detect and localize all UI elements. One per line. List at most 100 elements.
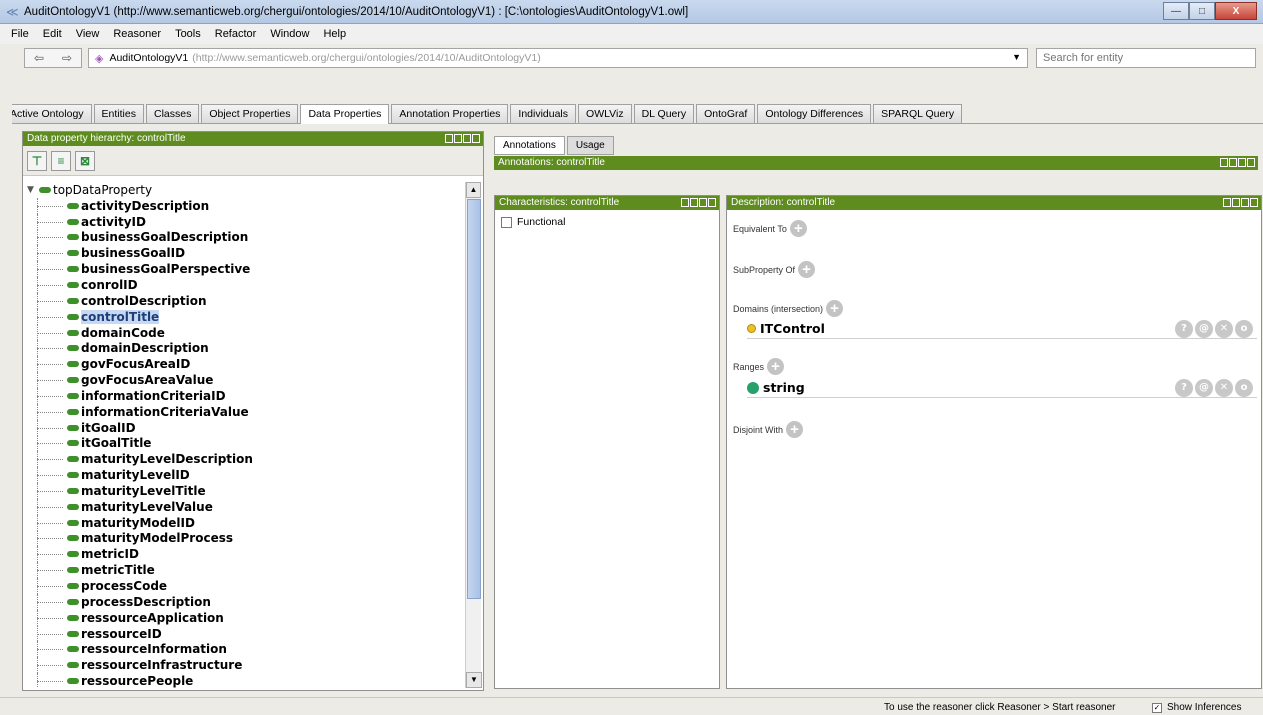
- panel-float-icon[interactable]: [1238, 158, 1246, 167]
- panel-min-icon[interactable]: [445, 134, 453, 143]
- tree-item[interactable]: processCode: [27, 578, 463, 594]
- tree-item[interactable]: itGoalID: [27, 419, 463, 436]
- domain-entry[interactable]: ITControl ? @ ✕ o: [747, 319, 1257, 339]
- panel-close-icon[interactable]: [708, 198, 716, 207]
- tree-item[interactable]: ressourceInfrastructure: [27, 657, 463, 674]
- tree-item[interactable]: businessGoalID: [27, 245, 463, 262]
- menu-window[interactable]: Window: [263, 28, 316, 40]
- tree-item[interactable]: maturityLevelID: [27, 467, 463, 483]
- tree-item[interactable]: govFocusAreaValue: [27, 372, 463, 388]
- search-input[interactable]: [1036, 48, 1256, 68]
- tree-item[interactable]: conrolID: [27, 277, 463, 293]
- tab-annotations[interactable]: Annotations: [494, 136, 565, 155]
- delete-icon[interactable]: ✕: [1215, 319, 1233, 338]
- chevron-down-icon[interactable]: ▼: [1012, 52, 1021, 62]
- tab-individuals[interactable]: Individuals: [510, 104, 577, 123]
- range-entry[interactable]: string ? @ ✕ o: [747, 378, 1257, 398]
- panel-max-icon[interactable]: [1229, 158, 1237, 167]
- tree-item[interactable]: informationCriteriaValue: [27, 403, 463, 420]
- delete-icon[interactable]: ✕: [1215, 378, 1233, 397]
- panel-min-icon[interactable]: [1220, 158, 1228, 167]
- tree-root[interactable]: ▼ topDataProperty: [27, 182, 463, 198]
- functional-checkbox[interactable]: [501, 216, 512, 228]
- add-sibling-property-icon[interactable]: ≡: [51, 150, 71, 171]
- menu-reasoner[interactable]: Reasoner: [106, 28, 168, 40]
- tree-item[interactable]: activityID: [27, 213, 463, 230]
- panel-min-icon[interactable]: [1223, 198, 1231, 207]
- maximize-button[interactable]: □: [1189, 2, 1215, 20]
- tree-item[interactable]: metricID: [27, 546, 463, 563]
- tree-scrollbar[interactable]: ▲ ▼: [465, 182, 482, 688]
- explain-icon[interactable]: ?: [1175, 378, 1193, 397]
- panel-close-icon[interactable]: [1250, 198, 1258, 207]
- tree-item[interactable]: itGoalTitle: [27, 435, 463, 452]
- tree-item[interactable]: maturityModelID: [27, 514, 463, 531]
- menu-edit[interactable]: Edit: [36, 28, 69, 40]
- tab-ontograf[interactable]: OntoGraf: [696, 104, 756, 123]
- panel-max-icon[interactable]: [1232, 198, 1240, 207]
- edit-icon[interactable]: o: [1235, 378, 1253, 397]
- tree-item[interactable]: domainDescription: [27, 340, 463, 357]
- tree-item[interactable]: ressourceApplication: [27, 609, 463, 626]
- tab-usage[interactable]: Usage: [566, 136, 614, 155]
- menu-help[interactable]: Help: [316, 28, 353, 40]
- panel-float-icon[interactable]: [463, 134, 471, 143]
- tree-item[interactable]: ressourcePeople: [27, 673, 463, 688]
- tab-dl-query[interactable]: DL Query: [633, 104, 695, 123]
- panel-float-icon[interactable]: [699, 198, 707, 207]
- tree-item[interactable]: domainCode: [27, 324, 463, 341]
- panel-min-icon[interactable]: [681, 198, 689, 207]
- show-inferences-toggle[interactable]: ✓ Show Inferences: [1152, 702, 1242, 713]
- panel-close-icon[interactable]: [1247, 158, 1255, 167]
- tab-active-ontology[interactable]: Active Ontology: [2, 104, 92, 123]
- tab-object-properties[interactable]: Object Properties: [201, 104, 299, 123]
- annotate-icon[interactable]: @: [1195, 378, 1213, 397]
- tab-classes[interactable]: Classes: [145, 104, 200, 123]
- tab-data-properties[interactable]: Data Properties: [300, 104, 390, 124]
- collapse-toggle-icon[interactable]: ▼: [27, 185, 37, 195]
- panel-float-icon[interactable]: [1241, 198, 1249, 207]
- panel-max-icon[interactable]: [690, 198, 698, 207]
- menu-refactor[interactable]: Refactor: [208, 28, 264, 40]
- menu-file[interactable]: File: [4, 28, 36, 40]
- tree-item[interactable]: controlTitle: [27, 308, 463, 325]
- panel-close-icon[interactable]: [472, 134, 480, 143]
- close-button[interactable]: X: [1215, 2, 1257, 20]
- menu-view[interactable]: View: [69, 28, 107, 40]
- add-domain-icon[interactable]: +: [826, 300, 844, 317]
- scroll-up-icon[interactable]: ▲: [466, 182, 481, 198]
- forward-arrow-icon[interactable]: ⇨: [62, 51, 72, 65]
- tab-owlviz[interactable]: OWLViz: [578, 104, 632, 123]
- minimize-button[interactable]: —: [1163, 2, 1189, 20]
- scroll-down-icon[interactable]: ▼: [466, 672, 482, 688]
- scroll-thumb[interactable]: [467, 199, 481, 599]
- add-range-icon[interactable]: +: [767, 358, 785, 375]
- tree-item[interactable]: ressourceInformation: [27, 641, 463, 658]
- tree-item[interactable]: businessGoalPerspective: [27, 261, 463, 277]
- tree-item[interactable]: activityDescription: [27, 197, 463, 214]
- annotate-icon[interactable]: @: [1195, 319, 1213, 338]
- tree-item[interactable]: controlDescription: [27, 292, 463, 309]
- add-equivalent-icon[interactable]: +: [789, 220, 807, 237]
- tree-item[interactable]: processDescription: [27, 593, 463, 610]
- ontology-selector[interactable]: ◈ AuditOntologyV1 (http://www.semanticwe…: [88, 48, 1028, 68]
- menu-tools[interactable]: Tools: [168, 28, 208, 40]
- tree-item[interactable]: businessGoalDescription: [27, 229, 463, 246]
- tab-entities[interactable]: Entities: [93, 104, 144, 123]
- tab-annotation-properties[interactable]: Annotation Properties: [391, 104, 509, 123]
- edit-icon[interactable]: o: [1235, 319, 1253, 338]
- tree-item[interactable]: govFocusAreaID: [27, 356, 463, 372]
- delete-property-icon[interactable]: ⊠: [75, 150, 95, 171]
- tab-ontology-differences[interactable]: Ontology Differences: [757, 104, 872, 123]
- add-subproperty-icon[interactable]: ⊤: [27, 150, 47, 171]
- tree-item[interactable]: maturityLevelTitle: [27, 483, 463, 499]
- tree-item[interactable]: metricTitle: [27, 562, 463, 578]
- tree-item[interactable]: ressourceID: [27, 625, 463, 642]
- tab-sparql-query[interactable]: SPARQL Query: [873, 104, 963, 123]
- panel-max-icon[interactable]: [454, 134, 462, 143]
- show-inferences-checkbox[interactable]: ✓: [1152, 702, 1162, 713]
- tree-item[interactable]: maturityLevelValue: [27, 498, 463, 515]
- tree-item[interactable]: maturityModelProcess: [27, 530, 463, 547]
- add-disjoint-icon[interactable]: +: [786, 421, 804, 438]
- back-arrow-icon[interactable]: ⇦: [34, 51, 44, 65]
